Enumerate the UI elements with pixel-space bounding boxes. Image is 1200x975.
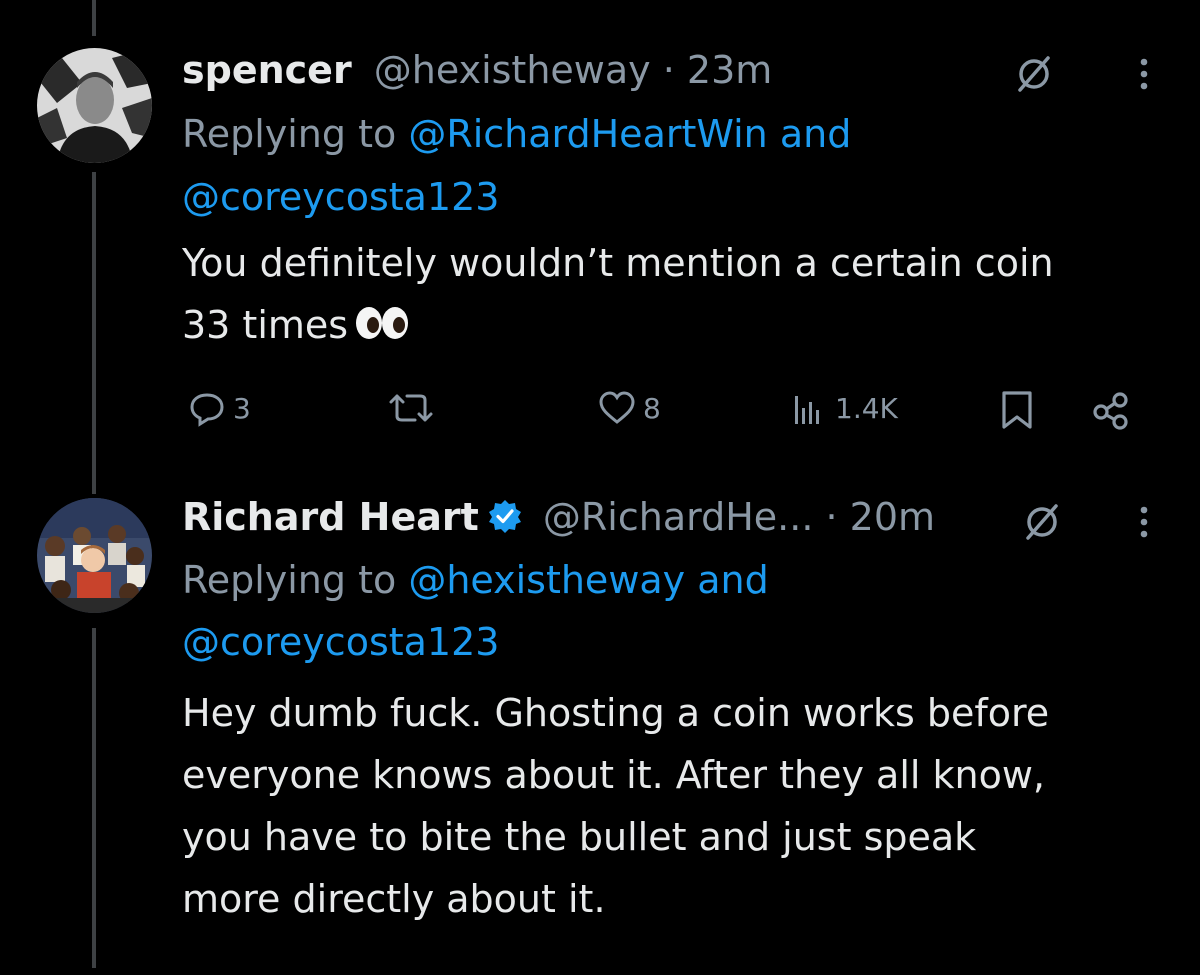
replying-prefix: Replying to — [182, 558, 409, 602]
view-count: 1.4K — [835, 391, 898, 425]
thread-line-top — [92, 0, 96, 36]
thread-line-middle — [92, 172, 96, 494]
time-separator: · — [813, 495, 850, 539]
more-icon[interactable] — [1134, 500, 1154, 548]
like-button[interactable]: 8 — [597, 388, 661, 428]
views-button[interactable]: 1.4K — [789, 388, 898, 428]
user-handle[interactable]: @hexistheway — [374, 48, 651, 92]
avatar-spencer[interactable] — [37, 48, 152, 163]
share-icon — [1090, 388, 1134, 432]
mention-and[interactable]: and — [768, 112, 852, 156]
tweet-header: Richard Heart @RichardHe... · 20m — [182, 495, 935, 543]
time-separator: · — [650, 48, 687, 92]
tweet-text-line: You definitely wouldn’t mention a certai… — [182, 241, 1054, 285]
mention-link[interactable]: @hexistheway — [408, 558, 685, 602]
mention-link[interactable]: @coreycosta123 — [182, 175, 499, 219]
tweet-text-line: you have to bite the bullet and just spe… — [182, 815, 977, 859]
timestamp[interactable]: 23m — [687, 48, 772, 92]
replying-to: Replying to @RichardHeartWin and — [182, 112, 851, 156]
replying-to: Replying to @hexistheway and — [182, 558, 769, 602]
tweet-text-line: Hey dumb fuck. Ghosting a coin works bef… — [182, 691, 1050, 735]
verified-badge-icon — [487, 498, 523, 543]
eyes-emoji — [354, 297, 410, 359]
user-handle[interactable]: @RichardHe... — [543, 495, 814, 539]
like-count: 8 — [643, 391, 661, 425]
tweet-text-line: 33 times — [182, 294, 1172, 359]
tweet-header: spencer @hexistheway · 23m — [182, 48, 772, 92]
tweet-actions: 3 8 1.4K — [182, 388, 1142, 438]
mention-link[interactable]: @RichardHeartWin — [408, 112, 767, 156]
mention-and[interactable]: and — [685, 558, 769, 602]
avatar-richard-heart[interactable] — [37, 498, 152, 613]
tweet-text-line: everyone knows about it. After they all … — [182, 753, 1046, 797]
tweet-text: Hey dumb fuck. Ghosting a coin works bef… — [182, 682, 1172, 930]
bookmark-button[interactable] — [997, 388, 1037, 432]
reply-count: 3 — [233, 391, 251, 425]
replying-prefix: Replying to — [182, 112, 409, 156]
thread-line-bottom — [92, 628, 96, 968]
grok-icon[interactable] — [1020, 500, 1064, 548]
share-button[interactable] — [1090, 388, 1134, 432]
retweet-icon — [387, 388, 435, 428]
replying-to-line2: @coreycosta123 — [182, 620, 499, 664]
mention-link[interactable]: @coreycosta123 — [182, 620, 499, 664]
grok-icon[interactable] — [1012, 52, 1056, 100]
tweet-text-line: more directly about it. — [182, 877, 606, 921]
timestamp[interactable]: 20m — [850, 495, 935, 539]
like-icon — [597, 388, 637, 428]
reply-icon — [187, 388, 227, 428]
display-name[interactable]: Richard Heart — [182, 495, 479, 539]
display-name[interactable]: spencer — [182, 48, 352, 92]
more-icon[interactable] — [1134, 52, 1154, 100]
bookmark-icon — [997, 388, 1037, 432]
tweet-text-segment: 33 times — [182, 303, 349, 347]
tweet-text: You definitely wouldn’t mention a certai… — [182, 232, 1172, 359]
replying-to-line2: @coreycosta123 — [182, 175, 499, 219]
views-icon — [789, 388, 829, 428]
reply-button[interactable]: 3 — [187, 388, 251, 428]
retweet-button[interactable] — [387, 388, 441, 428]
